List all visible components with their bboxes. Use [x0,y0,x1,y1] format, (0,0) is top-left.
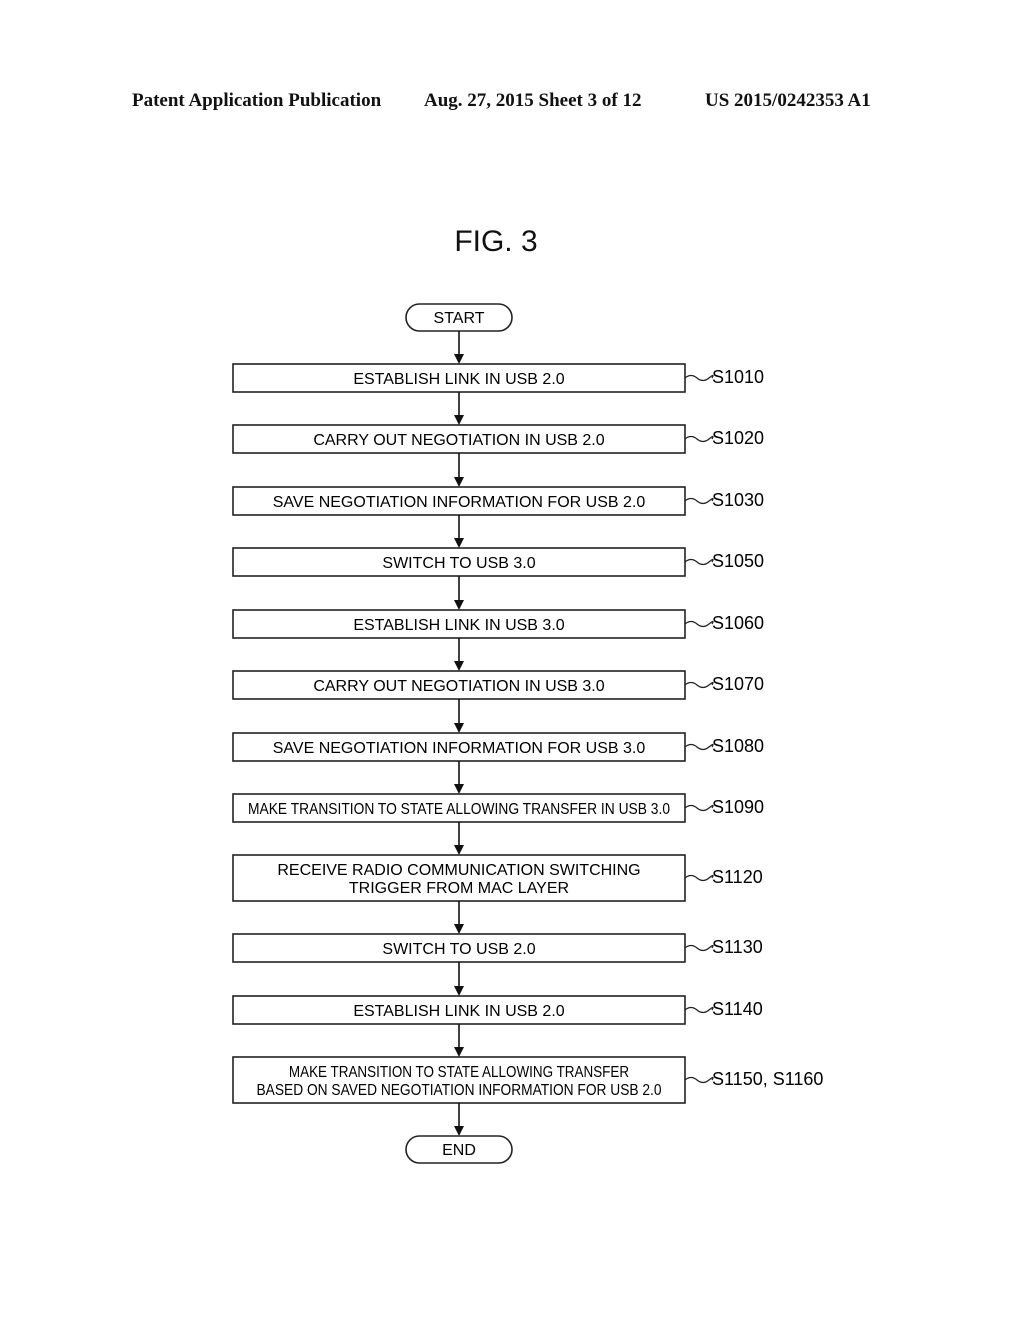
leader-line [684,743,714,751]
leader-line [684,874,714,882]
arrow-end-head [454,1126,464,1136]
arrow-8-head [454,784,464,794]
step-label: S1150, S1160 [712,1069,823,1089]
step-label: S1080 [712,736,764,756]
arrow-2-head [454,415,464,425]
leader-line [684,620,714,628]
leader-line [684,558,714,566]
step-label: S1050 [712,551,764,571]
step-label: S1030 [712,490,764,510]
process-box-text: RECEIVE RADIO COMMUNICATION SWITCHING [277,862,640,879]
arrow-6-head [454,661,464,671]
step-label: S1120 [712,867,763,887]
arrow-7-head [454,723,464,733]
arrow-4-head [454,538,464,548]
arrow-9-head [454,845,464,855]
leader-line [684,435,714,443]
process-box-text: ESTABLISH LINK IN USB 3.0 [353,617,564,634]
process-box-text: SWITCH TO USB 3.0 [382,555,535,572]
end-label: END [442,1142,476,1159]
process-box-text: TRIGGER FROM MAC LAYER [349,880,569,897]
arrow-3-head [454,477,464,487]
step-label: S1070 [712,674,764,694]
step-label: S1090 [712,797,764,817]
arrow-11-head [454,986,464,996]
leader-line [684,681,714,689]
flowchart: START ESTABLISH LINK IN USB 2.0 S1010 CARRY… [232,303,823,1164]
process-box-text: CARRY OUT NEGOTIATION IN USB 3.0 [313,678,604,695]
leader-line [684,1006,714,1014]
arrow-1-head [454,354,464,364]
process-box-text: SAVE NEGOTIATION INFORMATION FOR USB 3.0 [273,740,646,757]
process-box-text: SAVE NEGOTIATION INFORMATION FOR USB 2.0 [273,494,646,511]
start-label: START [434,310,485,327]
step-label: S1020 [712,428,764,448]
process-box-text: ESTABLISH LINK IN USB 2.0 [353,1003,564,1020]
step-label: S1060 [712,613,764,633]
arrow-12-head [454,1047,464,1057]
process-box-text: MAKE TRANSITION TO STATE ALLOWING TRANSF… [248,801,670,818]
leader-line [684,944,714,952]
process-box-text: BASED ON SAVED NEGOTIATION INFORMATION F… [257,1082,662,1099]
step-label: S1140 [712,999,763,1019]
process-box-text: CARRY OUT NEGOTIATION IN USB 2.0 [313,432,604,449]
leader-line [684,1076,714,1084]
process-box-text: MAKE TRANSITION TO STATE ALLOWING TRANSF… [289,1064,629,1081]
leader-line [684,374,714,382]
process-box-text: ESTABLISH LINK IN USB 2.0 [353,371,564,388]
leader-line [684,497,714,505]
arrow-5-head [454,600,464,610]
step-label: S1130 [712,937,763,957]
step-label: S1010 [712,367,764,387]
arrow-10-head [454,924,464,934]
process-box-text: SWITCH TO USB 2.0 [382,941,535,958]
leader-line [684,804,714,812]
